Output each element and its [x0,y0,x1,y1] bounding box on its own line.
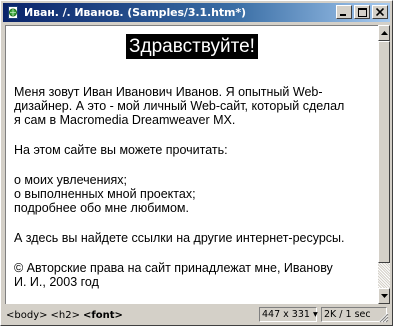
tag-selector: <body> <h2> <font> [3,310,123,321]
title-bar[interactable]: Иван. /. Иванов. (Samples/3.1.htm*) [3,3,390,22]
tag-h2[interactable]: <h2> [51,310,80,321]
tag-font[interactable]: <font> [83,310,123,321]
vertical-scrollbar[interactable] [378,25,390,304]
scrollbar-thumb[interactable] [378,41,390,263]
window-size-menu[interactable]: 447 x 331 ▾ [259,307,318,322]
minimize-icon [340,14,346,16]
list-item: подробнее обо мне любимом. [14,201,189,215]
topics-list[interactable]: о моих увлечениях; о выполненных мной пр… [6,173,378,215]
page-heading[interactable]: Здравствуйте! [126,34,258,59]
links-paragraph[interactable]: А здесь вы найдете ссылки на другие инте… [6,231,378,245]
intro-line: дизайнер. А это - мой личный Web-сайт, к… [14,99,345,113]
copyright-line: И. И., 2003 год [14,275,99,289]
intro-line: я сам в Macromedia Dreamweaver MX. [14,113,236,127]
copyright-paragraph[interactable]: © Авторские права на сайт принадлежат мн… [6,261,378,289]
intro-line: Меня зовут Иван Иванович Иванов. Я опытн… [14,85,323,99]
tag-body[interactable]: <body> [6,310,48,321]
close-button[interactable] [372,5,388,19]
document-content[interactable]: Здравствуйте! Меня зовут Иван Иванович И… [5,25,378,304]
close-icon [376,8,384,16]
arrow-up-icon [380,31,388,35]
maximize-button[interactable] [354,5,370,19]
document-window: Иван. /. Иванов. (Samples/3.1.htm*) Здра… [0,0,393,326]
intro-paragraph[interactable]: Меня зовут Иван Иванович Иванов. Я опытн… [6,85,378,127]
resize-grip-icon[interactable] [378,312,389,323]
minimize-button[interactable] [336,5,352,19]
window-title: Иван. /. Иванов. (Samples/3.1.htm*) [24,6,246,19]
status-bar: <body> <h2> <font> 447 x 331 ▾ 2K / 1 se… [3,306,390,324]
scroll-up-button[interactable] [378,25,390,41]
dreamweaver-document-icon[interactable] [6,6,20,20]
read-line: На этом сайте вы можете прочитать: [14,143,228,157]
window-controls [334,5,388,19]
list-item: о выполненных мной проектах; [14,187,196,201]
read-paragraph[interactable]: На этом сайте вы можете прочитать: [6,143,378,157]
maximize-icon [357,7,367,17]
list-item: о моих увлечениях; [14,173,127,187]
copyright-line: © Авторские права на сайт принадлежат мн… [14,261,333,275]
links-line: А здесь вы найдете ссылки на другие инте… [14,231,345,245]
scroll-down-button[interactable] [378,288,390,304]
arrow-down-icon [380,294,388,298]
